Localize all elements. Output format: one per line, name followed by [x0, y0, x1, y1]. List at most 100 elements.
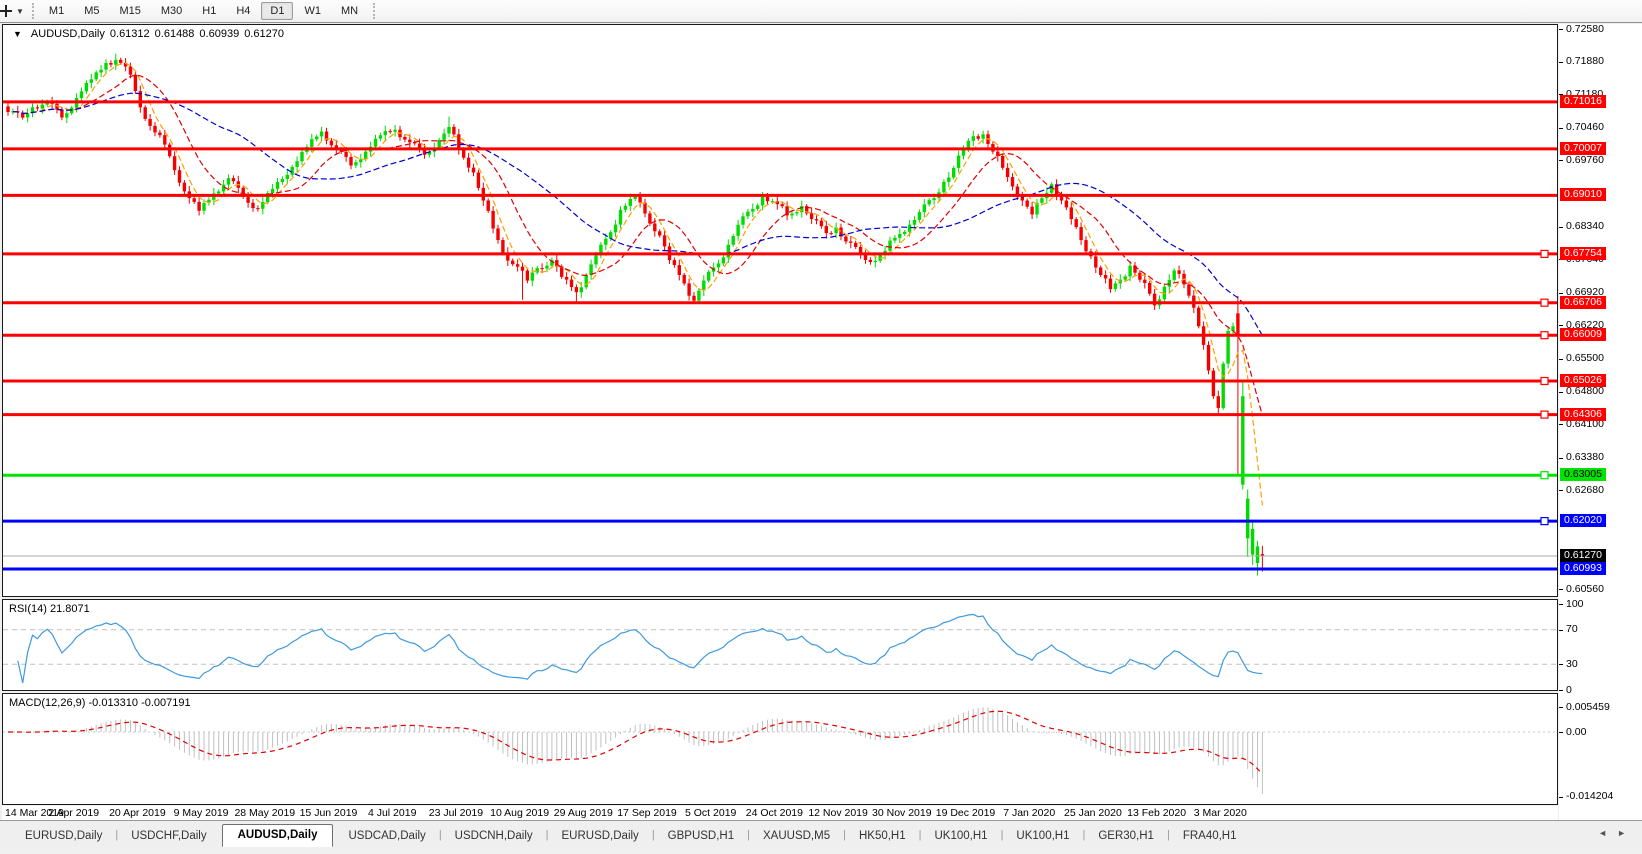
hline-price-label: 0.62020	[1560, 514, 1606, 527]
timeframe-button-M30[interactable]: M30	[152, 2, 191, 20]
candle-body	[570, 280, 573, 288]
timeframe-button-D1[interactable]: D1	[261, 2, 293, 20]
macd-tick-dash	[1559, 707, 1563, 708]
candle-body	[1143, 280, 1146, 283]
candle-body	[575, 287, 578, 292]
chart-title-collapse-icon[interactable]: ▼	[13, 29, 22, 39]
candle-body	[741, 216, 744, 224]
candle-body	[683, 275, 686, 284]
candle-body	[1094, 256, 1097, 267]
candle-body	[526, 271, 529, 281]
rsi-indicator-pane[interactable]: RSI(14) 21.8071	[2, 599, 1558, 691]
chart-tab-uk100-h1[interactable]: UK100,H1	[1003, 826, 1082, 847]
candle-body	[281, 179, 284, 182]
date-tick-label: 5 Oct 2019	[685, 807, 736, 819]
line-drag-marker[interactable]	[1541, 411, 1548, 418]
timeframe-button-MN[interactable]: MN	[332, 2, 367, 20]
horizontal-lines-group	[3, 102, 1557, 569]
candle-body	[158, 133, 161, 136]
candle-body	[41, 105, 44, 109]
date-tick-label: 3 Mar 2020	[1194, 807, 1247, 819]
candle-body	[1001, 156, 1004, 168]
candle-body	[996, 152, 999, 157]
time-axis[interactable]: 14 Mar 20192 Apr 201920 Apr 20199 May 20…	[2, 806, 1558, 820]
ma-slow-line	[13, 93, 1263, 335]
timeframe-button-W1[interactable]: W1	[295, 2, 330, 20]
price-chart-pane[interactable]: ▼ AUDUSD,Daily 0.61312 0.61488 0.60939 0…	[2, 24, 1558, 597]
tab-scroll-right-button[interactable]: ►	[1617, 828, 1636, 838]
timeframe-button-H1[interactable]: H1	[193, 2, 225, 20]
candle-body	[825, 226, 828, 233]
chart-tab-usdcad-daily[interactable]: USDCAD,Daily	[335, 826, 438, 847]
candle-body	[227, 178, 230, 185]
chart-tab-usdcnh-daily[interactable]: USDCNH,Daily	[442, 826, 546, 847]
candle-body	[903, 232, 906, 234]
price-tick-dash	[1559, 128, 1563, 129]
price-tick-dash	[1559, 589, 1563, 590]
date-tick-label: 29 Aug 2019	[554, 807, 613, 819]
macd-tick-dash	[1559, 732, 1563, 733]
chart-open-value: 0.61312	[110, 28, 150, 40]
chart-tab-usdchf-daily[interactable]: USDCHF,Daily	[118, 826, 219, 847]
macd-histogram-group	[8, 707, 1262, 794]
candle-body	[85, 83, 88, 92]
candle-body	[320, 132, 323, 137]
candle-body	[418, 144, 421, 148]
timeframe-button-M15[interactable]: M15	[110, 2, 149, 20]
candle-body	[447, 127, 450, 134]
line-drag-marker[interactable]	[1541, 378, 1548, 385]
price-tick-label: 0.60560	[1566, 583, 1604, 596]
candle-body	[442, 134, 445, 140]
candle-body	[923, 204, 926, 212]
price-tick-label: 0.71880	[1566, 55, 1604, 68]
macd-indicator-pane[interactable]: MACD(12,26,9) -0.013310 -0.007191	[2, 693, 1558, 805]
chart-tab-eurusd-daily[interactable]: EURUSD,Daily	[548, 826, 651, 847]
rsi-canvas[interactable]	[3, 600, 1557, 690]
candle-body	[315, 137, 318, 140]
candle-body	[163, 135, 166, 144]
hline-price-label: 0.66009	[1560, 328, 1606, 341]
candle-body	[653, 224, 656, 232]
candle-body	[893, 238, 896, 241]
chart-tab-fra40-h1[interactable]: FRA40,H1	[1170, 826, 1250, 847]
timeframe-button-M5[interactable]: M5	[75, 2, 108, 20]
candle-body	[629, 199, 632, 206]
timeframe-button-M1[interactable]: M1	[40, 2, 73, 20]
line-drag-marker[interactable]	[1541, 518, 1548, 525]
chart-tab-eurusd-daily[interactable]: EURUSD,Daily	[12, 826, 115, 847]
candle-body	[467, 158, 470, 168]
chart-tab-uk100-h1[interactable]: UK100,H1	[922, 826, 1001, 847]
candle-body	[472, 168, 475, 173]
chart-tab-audusd-daily[interactable]: AUDUSD,Daily	[222, 824, 334, 847]
candle-body	[844, 237, 847, 242]
line-drag-marker[interactable]	[1541, 332, 1548, 339]
candle-body	[384, 131, 387, 135]
chart-tab-hk50-h1[interactable]: HK50,H1	[846, 826, 919, 847]
price-axis[interactable]: 0.710160.700070.690100.677540.667060.660…	[1559, 24, 1642, 820]
chart-tab-xauusd-m5[interactable]: XAUUSD,M5	[750, 826, 843, 847]
line-drag-marker[interactable]	[1541, 299, 1548, 306]
candle-body	[408, 140, 411, 143]
crosshair-icon	[0, 5, 12, 17]
chevron-down-icon[interactable]: ▼	[16, 7, 24, 16]
macd-tick-label: -0.014204	[1566, 790, 1613, 803]
line-drag-marker[interactable]	[1541, 250, 1548, 257]
macd-canvas[interactable]	[3, 694, 1557, 804]
cursor-tool-button[interactable]: ▼	[0, 4, 27, 18]
candle-body	[957, 156, 960, 168]
line-drag-marker[interactable]	[1541, 472, 1548, 479]
candle-body	[295, 161, 298, 167]
tab-scroll-left-button[interactable]: ◄	[1598, 828, 1617, 838]
date-tick-label: 19 Dec 2019	[936, 807, 996, 819]
price-tick-dash	[1559, 359, 1563, 360]
timeframe-toolbar: ▼ M1M5M15M30H1H4D1W1MN	[0, 0, 1642, 23]
chart-tab-ger30-h1[interactable]: GER30,H1	[1085, 826, 1167, 847]
chart-low-value: 0.60939	[199, 28, 239, 40]
date-tick-label: 12 Nov 2019	[808, 807, 868, 819]
timeframe-button-H4[interactable]: H4	[227, 2, 259, 20]
price-chart-canvas[interactable]	[3, 25, 1557, 596]
chart-tab-gbpusd-h1[interactable]: GBPUSD,H1	[655, 826, 747, 847]
candle-body	[1114, 283, 1117, 289]
price-tick-dash	[1559, 458, 1563, 459]
candles-group	[6, 54, 1264, 576]
